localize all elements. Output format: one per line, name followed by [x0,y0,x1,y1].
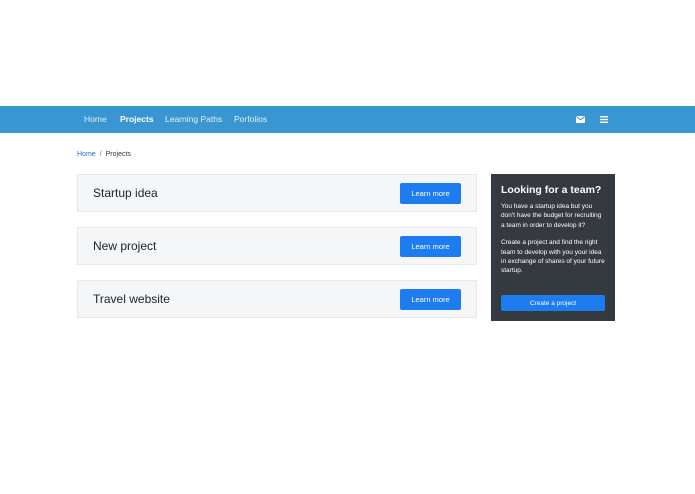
breadcrumb-separator: / [99,151,102,158]
nav-home[interactable]: Home [84,106,107,133]
nav-learning-paths[interactable]: Learning Paths [165,106,222,133]
project-card-travel-website: Travel website Learn more [77,280,477,318]
project-title: Startup idea [93,186,158,200]
learn-more-button[interactable]: Learn more [400,289,461,310]
envelope-icon[interactable] [576,106,585,133]
sidebar-title: Looking for a team? [501,184,602,196]
learn-more-button[interactable]: Learn more [400,183,461,204]
sidebar-paragraph-1: You have a startup idea but you don't ha… [501,203,602,229]
create-project-button[interactable]: Create a project [501,295,605,311]
learn-more-button[interactable]: Learn more [400,236,461,257]
menu-icon[interactable] [600,106,608,133]
nav-portfolios[interactable]: Porfolios [234,106,267,133]
nav-projects[interactable]: Projects [120,106,154,133]
project-card-new-project: New project Learn more [77,227,477,265]
project-title: New project [93,239,157,253]
team-sidebar: Looking for a team? You have a startup i… [491,174,615,321]
sidebar-paragraph-2: Create a project and find the right team… [501,239,605,275]
project-title: Travel website [93,292,170,306]
project-card-startup-idea: Startup idea Learn more [77,174,477,212]
breadcrumb-current: Projects [105,151,131,158]
breadcrumb-home-link[interactable]: Home [77,151,96,158]
breadcrumb: Home / Projects [77,151,131,158]
navbar: Home Projects Learning Paths Porfolios [0,106,695,133]
